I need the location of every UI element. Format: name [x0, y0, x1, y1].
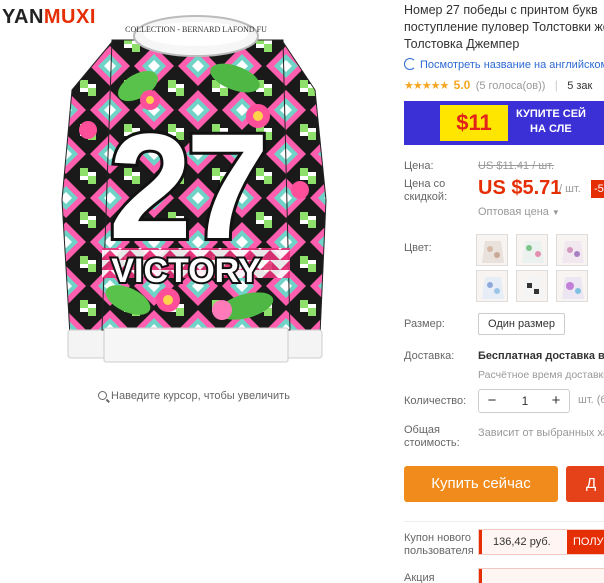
- color-swatch[interactable]: [556, 270, 588, 302]
- translate-link-text: Посмотреть название на английском: [420, 59, 604, 71]
- discount-badge: -50: [591, 180, 604, 198]
- promo-banner-line1: КУПИТЕ СЕЙ: [516, 108, 586, 120]
- brand-logo-part2: MUXI: [43, 6, 96, 28]
- quantity-input[interactable]: 1: [505, 390, 545, 412]
- coupon-label: Купон нового пользователя: [404, 532, 474, 557]
- product-details: Номер 27 победы с принтом букв поступлен…: [404, 0, 604, 583]
- quantity-increase-button[interactable]: +: [545, 390, 567, 412]
- promo-banner-badge: $11: [440, 105, 508, 141]
- total-cost-value: Зависит от выбранных хар: [478, 427, 604, 439]
- size-label: Размер:: [404, 318, 445, 330]
- print-word: VICTORY: [111, 252, 261, 290]
- coupon-accent-bar: [479, 530, 482, 554]
- current-price: US $5.71: [478, 177, 562, 199]
- orders-count: 5 зак: [567, 80, 593, 92]
- color-swatch[interactable]: [476, 234, 508, 266]
- promo-accent-bar: [479, 569, 482, 583]
- color-swatch[interactable]: [556, 234, 588, 266]
- color-swatch[interactable]: [516, 234, 548, 266]
- buy-now-button[interactable]: Купить сейчас: [404, 466, 558, 502]
- price-label: Цена:: [404, 160, 434, 172]
- print-number: 27: [109, 102, 264, 270]
- shipping-label: Доставка:: [404, 350, 455, 362]
- promo-banner-text: КУПИТЕ СЕЙ НА СЛЕ: [516, 107, 586, 137]
- zoom-hint-text: Наведите курсор, чтобы увеличить: [111, 390, 290, 402]
- shipping-estimate: Расчётное время доставки: [478, 369, 604, 381]
- wholesale-price-label: Оптовая цена: [478, 206, 549, 218]
- color-swatch[interactable]: [476, 270, 508, 302]
- divider: [404, 521, 604, 522]
- add-to-cart-button[interactable]: Д: [566, 466, 604, 502]
- quantity-label: Количество:: [404, 395, 467, 407]
- product-gallery: 27 VICTORY COLLECTION - BERNARD LAFOND F…: [0, 0, 388, 410]
- quantity-stepper: − 1 +: [478, 389, 570, 413]
- color-swatch[interactable]: [516, 270, 548, 302]
- old-price: US $11.41 / шт.: [478, 160, 555, 172]
- promo-banner[interactable]: $11 КУПИТЕ СЕЙ НА СЛЕ: [404, 101, 604, 145]
- product-page: 27 VICTORY COLLECTION - BERNARD LAFOND F…: [0, 0, 604, 583]
- rating-votes-link[interactable]: (5 голоса(ов)): [476, 80, 546, 92]
- brand-logo: YANMUXI: [2, 6, 96, 29]
- rating-row: ★★★★★ 5.0 (5 голоса(ов)) | 5 зак: [404, 78, 592, 92]
- product-main-image[interactable]: 27 VICTORY COLLECTION - BERNARD LAFOND F…: [0, 0, 388, 385]
- translate-link[interactable]: Посмотреть название на английском: [404, 58, 604, 71]
- product-title: Номер 27 победы с принтом букв поступлен…: [404, 3, 604, 51]
- promo-label: Акция: [404, 572, 435, 583]
- price-unit: / шт.: [559, 183, 581, 195]
- total-cost-label: Общая стоимость:: [404, 424, 460, 449]
- size-option-button[interactable]: Один размер: [478, 313, 565, 335]
- shipping-value[interactable]: Бесплатная доставка в R: [478, 350, 604, 362]
- chevron-down-icon: ▼: [551, 208, 560, 217]
- collar-label: COLLECTION - BERNARD LAFOND FU: [125, 25, 267, 34]
- promo-box: [478, 568, 604, 583]
- zoom-hint: Наведите курсор, чтобы увеличить: [0, 390, 388, 402]
- sweatshirt-photo: 27 VICTORY COLLECTION - BERNARD LAFOND F…: [61, 15, 327, 363]
- translate-icon: [404, 58, 416, 70]
- quantity-available: шт. (69: [578, 394, 604, 406]
- new-user-coupon: 136,42 руб. ПОЛУЧ: [478, 529, 604, 555]
- coupon-get-button[interactable]: ПОЛУЧ: [567, 530, 604, 554]
- color-label: Цвет:: [404, 242, 432, 254]
- quantity-decrease-button[interactable]: −: [481, 390, 503, 412]
- promo-banner-line2: НА СЛЕ: [530, 123, 572, 135]
- rating-score: 5.0: [453, 78, 471, 92]
- wholesale-price-toggle[interactable]: Оптовая цена ▼: [478, 206, 560, 218]
- rating-divider: |: [554, 78, 558, 92]
- coupon-amount: 136,42 руб.: [493, 536, 551, 548]
- discount-price-label: Цена со скидкой:: [404, 178, 448, 203]
- brand-logo-part1: YAN: [2, 6, 44, 28]
- magnifier-icon: [98, 391, 108, 400]
- rating-stars-icon: ★★★★★: [404, 80, 449, 92]
